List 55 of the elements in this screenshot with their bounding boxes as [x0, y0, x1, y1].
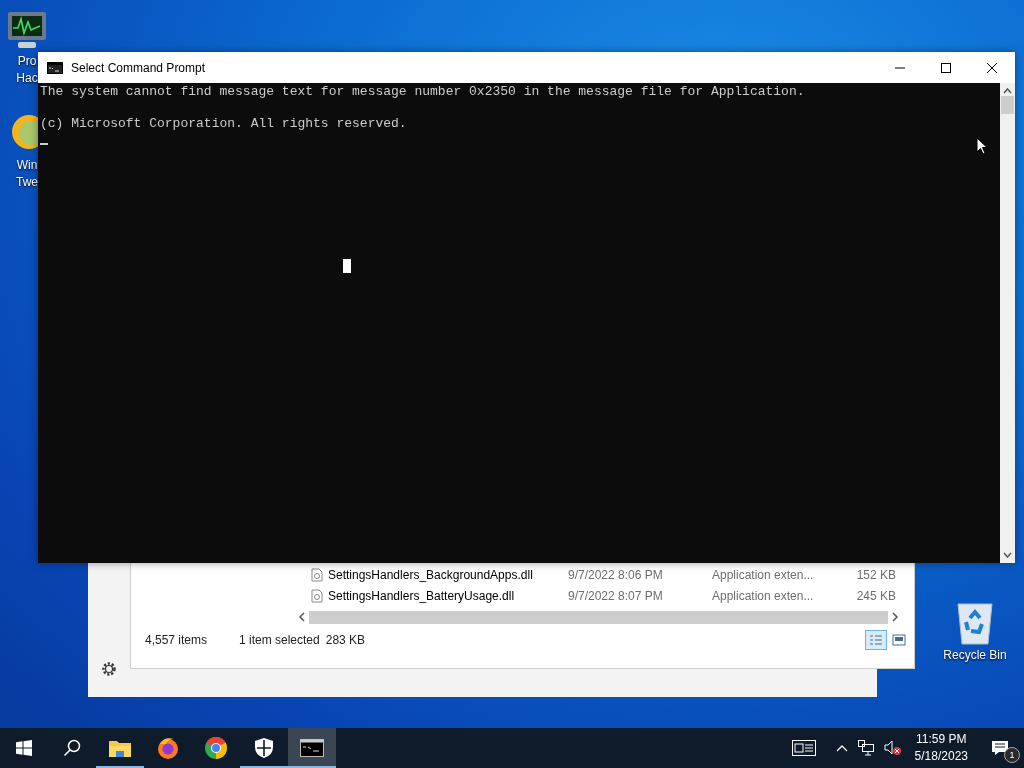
- icon-label: Pro: [17, 54, 37, 69]
- tiles-icon: [892, 634, 906, 646]
- scroll-down-icon[interactable]: [1003, 552, 1012, 558]
- file-date: 9/7/2022 8:06 PM: [568, 567, 664, 582]
- windows-logo-icon: [16, 740, 32, 756]
- item-count: 4,557 items: [145, 633, 209, 647]
- clock-button[interactable]: 11:59 PM 5/18/2023: [906, 728, 976, 768]
- scroll-left-icon[interactable]: [297, 612, 307, 622]
- icon-label: Win: [16, 158, 38, 173]
- network-icon: [857, 740, 874, 756]
- file-size: 245 KB: [855, 588, 896, 603]
- notification-count: 1: [1004, 747, 1020, 763]
- file-icon: [311, 588, 323, 603]
- text-cursor: [40, 143, 48, 145]
- notifications-button[interactable]: 1: [976, 728, 1024, 768]
- taskbar-app-button[interactable]: [288, 728, 336, 768]
- newspaper-icon: [791, 740, 816, 756]
- terminal-icon: [47, 61, 63, 74]
- icon-label: Hac: [16, 71, 38, 86]
- console-line: (c) Microsoft Corporation. All rights reserved.: [40, 116, 408, 132]
- file-name[interactable]: SettingsHandlers_BatteryUsage.dll: [328, 588, 568, 603]
- terminal-icon: [300, 739, 324, 757]
- shield-icon: [254, 737, 274, 759]
- chrome-icon: [204, 736, 228, 760]
- close-icon: [987, 62, 997, 73]
- chevron-up-icon: [835, 744, 848, 752]
- message-icon: [991, 740, 1009, 756]
- recycle-bin-icon: [954, 600, 996, 646]
- scrollbar-thumb[interactable]: [1001, 96, 1014, 114]
- scroll-up-icon[interactable]: [1003, 88, 1012, 94]
- settings-icon[interactable]: [101, 661, 117, 677]
- selection-status: 1 item selected: [239, 633, 320, 647]
- firefox-icon: [156, 736, 180, 760]
- details-icon: [869, 634, 883, 646]
- console-output[interactable]: The system cannot find message text for message number 0x2350 in the message file for Application. (c) Microsoft Corporation. All rights reserved.: [38, 83, 1000, 563]
- selection-cursor: [343, 259, 351, 273]
- file-size: 152 KB: [855, 567, 896, 582]
- file-date: 9/7/2022 8:07 PM: [568, 588, 664, 603]
- file-type: Application exten...: [712, 567, 815, 582]
- file-name[interactable]: SettingsHandlers_BackgroundApps.dll: [328, 567, 568, 582]
- icon-label: Twe: [16, 175, 38, 190]
- window-title: Select Command Prompt: [71, 60, 207, 75]
- vertical-scrollbar[interactable]: [1000, 83, 1015, 563]
- icon-label: Recycle Bin: [943, 648, 1007, 663]
- selection-size: 283 KB: [325, 633, 366, 647]
- horizontal-scrollbar[interactable]: [309, 610, 888, 624]
- scroll-right-icon[interactable]: [890, 612, 900, 622]
- console-line: The system cannot find message text for message number 0x2350 in the message file for Application.: [40, 84, 806, 100]
- search-icon: [63, 739, 81, 757]
- speaker-muted-icon: [883, 740, 902, 756]
- maximize-icon: [941, 62, 951, 73]
- file-icon: [311, 567, 323, 582]
- file-type: Application exten...: [712, 588, 815, 603]
- folder-icon: [108, 738, 132, 758]
- mouse-pointer-icon: [976, 137, 988, 155]
